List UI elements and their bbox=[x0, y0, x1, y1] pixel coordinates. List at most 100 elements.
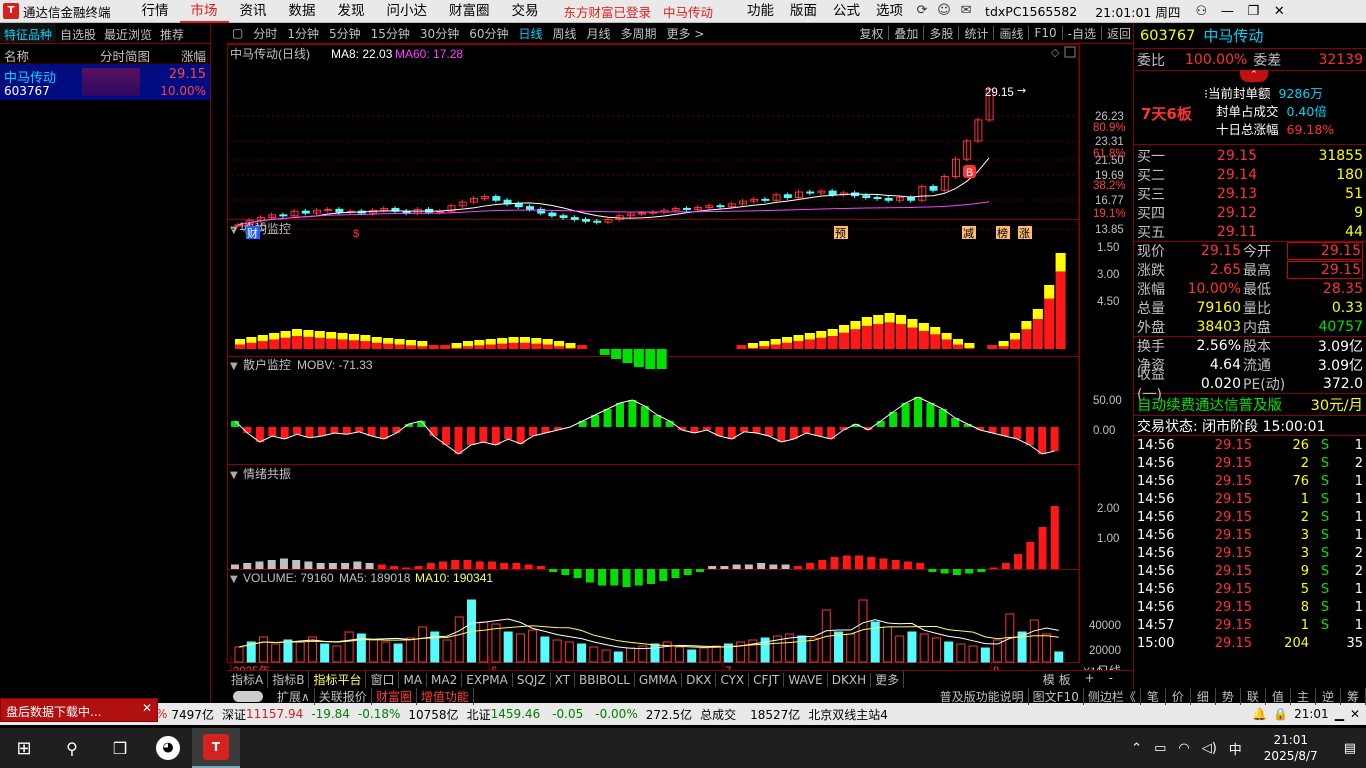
col-change[interactable]: 涨幅 bbox=[181, 46, 206, 64]
bid-row[interactable]: 买一 29.15 31855 bbox=[1134, 147, 1366, 166]
diamond-icon[interactable]: ◇ bbox=[1051, 46, 1060, 59]
quote-tab-1[interactable]: 价 bbox=[1166, 687, 1191, 705]
ad-banner[interactable]: 自动续费通达信普及版 30元/月 bbox=[1134, 394, 1366, 417]
period-tab-8[interactable]: 月线 bbox=[582, 25, 616, 42]
bottom-tab-0[interactable]: 扩展∧ bbox=[273, 687, 315, 705]
bottom-right-2[interactable]: 侧边栏《 bbox=[1084, 687, 1141, 705]
period-tab-5[interactable]: 60分钟 bbox=[464, 25, 513, 42]
quote-tab-5[interactable]: 值 bbox=[1266, 687, 1291, 705]
minimize-icon[interactable]: — bbox=[1214, 4, 1240, 19]
col-name[interactable]: 名称 bbox=[4, 46, 29, 64]
indicator-tab-3[interactable]: 窗口 bbox=[366, 671, 400, 688]
indicator-tab-11[interactable]: DKX bbox=[682, 672, 717, 687]
bid-row[interactable]: 买二 29.14 180 bbox=[1134, 166, 1366, 185]
windows-start-icon[interactable]: ⊞ bbox=[0, 738, 48, 759]
indicator-tab-13[interactable]: CFJT bbox=[749, 672, 785, 687]
period-tab-7[interactable]: 周线 bbox=[548, 25, 582, 42]
login-stock[interactable]: 中马传动 bbox=[663, 2, 713, 21]
period-tab-2[interactable]: 5分钟 bbox=[324, 25, 366, 42]
quote-tab-4[interactable]: 联 bbox=[1241, 687, 1266, 705]
collapse-icon[interactable]: ⌃ bbox=[1240, 70, 1268, 82]
menu-right-3[interactable]: 选项 bbox=[868, 0, 911, 23]
bz-label[interactable]: 北证 bbox=[467, 706, 491, 723]
mail-icon[interactable]: ✉ bbox=[955, 2, 977, 20]
refresh-icon[interactable]: ⟳ bbox=[911, 2, 933, 20]
indicator-tab-2[interactable]: 指标平台 bbox=[309, 671, 367, 688]
indicator-tab-5[interactable]: MA2 bbox=[427, 672, 463, 687]
bottom-right-0[interactable]: 普及版功能说明 bbox=[936, 687, 1029, 705]
menu-4[interactable]: 发现 bbox=[327, 0, 376, 23]
period-tab-3[interactable]: 15分钟 bbox=[366, 25, 415, 42]
expand-icon[interactable] bbox=[1064, 46, 1076, 58]
menu-3[interactable]: 数据 bbox=[278, 0, 327, 23]
indicator-tab-9[interactable]: BBIBOLL bbox=[575, 672, 635, 687]
indicator-tab-6[interactable]: EXPMA bbox=[462, 672, 513, 687]
left-tab-3[interactable]: 推荐 bbox=[156, 23, 188, 43]
tdx-taskbar-icon[interactable]: T bbox=[192, 728, 240, 768]
chart-tool-0[interactable]: 复权 bbox=[857, 25, 885, 42]
indicator-tab-1[interactable]: 指标B bbox=[268, 671, 310, 688]
chart-tool-5[interactable]: F10 bbox=[1032, 26, 1058, 40]
menu-right-0[interactable]: 功能 bbox=[739, 0, 782, 23]
bid-row[interactable]: 买五 29.11 44 bbox=[1134, 222, 1366, 241]
menu-right-1[interactable]: 版面 bbox=[782, 0, 825, 23]
indicator-tab-0[interactable]: 指标A bbox=[227, 671, 269, 688]
volume-icon[interactable]: ◁) bbox=[1202, 741, 1217, 756]
minimize-panel-icon[interactable]: ▁ bbox=[1335, 707, 1344, 721]
server-name[interactable]: 北京双线主站4 bbox=[808, 706, 888, 723]
layout-icon[interactable]: ▢ bbox=[227, 26, 248, 40]
indicator-right-1[interactable]: + bbox=[1085, 671, 1095, 688]
wifi-icon[interactable]: ◠ bbox=[1178, 741, 1189, 756]
chart-tool-2[interactable]: 多股 bbox=[927, 25, 955, 42]
sz-label[interactable]: 深证 bbox=[222, 706, 246, 723]
indicator-tab-16[interactable]: 更多 bbox=[871, 671, 905, 688]
bottom-tab-3[interactable]: 增值功能 bbox=[417, 687, 474, 705]
chart-tool-1[interactable]: 叠加 bbox=[892, 25, 920, 42]
bottom-right-1[interactable]: 图文F10 bbox=[1029, 687, 1084, 705]
user-icon[interactable]: ☺ bbox=[933, 2, 955, 20]
period-tab-0[interactable]: 分时 bbox=[248, 25, 282, 42]
help-icon[interactable]: ⚇ bbox=[1188, 4, 1214, 19]
tray-chevron-icon[interactable]: ⌃ bbox=[1131, 741, 1142, 756]
tray-clock[interactable]: 21:01 2025/8/7 bbox=[1264, 732, 1318, 764]
notification-icon[interactable]: ▤ bbox=[1344, 741, 1356, 756]
task-view-icon[interactable]: ❒ bbox=[96, 739, 144, 758]
quote-tab-2[interactable]: 细 bbox=[1191, 687, 1216, 705]
popup-close-icon[interactable]: ✕ bbox=[142, 701, 152, 715]
quote-tab-7[interactable]: 逆 bbox=[1316, 687, 1341, 705]
menu-6[interactable]: 财富圈 bbox=[438, 0, 501, 23]
menu-right-2[interactable]: 公式 bbox=[825, 0, 868, 23]
col-chart[interactable]: 分时简图 bbox=[100, 46, 150, 64]
login-status[interactable]: 东方财富已登录 bbox=[564, 2, 652, 21]
menu-5[interactable]: 问小达 bbox=[376, 0, 439, 23]
kline-chart[interactable]: 中马传动(日线) MA8: 22.03 MA60: 17.28机构监控散户监控 MOB… bbox=[227, 44, 1133, 703]
menu-1[interactable]: 市场 bbox=[179, 0, 229, 23]
quote-tab-6[interactable]: 主 bbox=[1291, 687, 1316, 705]
bid-row[interactable]: 买三 29.13 51 bbox=[1134, 185, 1366, 204]
menu-2[interactable]: 资讯 bbox=[229, 0, 278, 23]
period-tab-4[interactable]: 30分钟 bbox=[415, 25, 464, 42]
inst-collapse-icon[interactable]: ▼ bbox=[230, 225, 238, 236]
indicator-tab-14[interactable]: WAVE bbox=[784, 672, 828, 687]
chart-tool-4[interactable]: 画线 bbox=[997, 25, 1025, 42]
qq-icon[interactable]: ◕ bbox=[144, 728, 192, 768]
bell-icon[interactable]: 🔔 bbox=[1252, 707, 1267, 721]
volume-collapse-icon[interactable]: ▼ bbox=[230, 574, 238, 585]
restore-icon[interactable]: ❐ bbox=[1240, 4, 1266, 19]
quote-tab-3[interactable]: 势 bbox=[1216, 687, 1241, 705]
period-tab-6[interactable]: 日线 bbox=[513, 25, 547, 42]
indicator-right-0[interactable]: 模 板 bbox=[1043, 671, 1071, 688]
period-tab-1[interactable]: 1分钟 bbox=[282, 25, 324, 42]
indicator-right-2[interactable]: - bbox=[1109, 671, 1113, 688]
quote-tab-8[interactable]: 筹 bbox=[1341, 687, 1366, 705]
left-tab-1[interactable]: 自选股 bbox=[56, 23, 100, 43]
retail-collapse-icon[interactable]: ▼ bbox=[230, 361, 238, 372]
indicator-tab-4[interactable]: MA bbox=[399, 672, 428, 687]
chart-tool-6[interactable]: -自选 bbox=[1066, 25, 1098, 42]
chart-tool-3[interactable]: 统计 bbox=[962, 25, 990, 42]
emotion-collapse-icon[interactable]: ▼ bbox=[230, 470, 238, 481]
menu-0[interactable]: 行情 bbox=[131, 0, 180, 23]
close-panel-icon[interactable]: ✕ bbox=[1350, 707, 1360, 721]
bid-row[interactable]: 买四 29.12 9 bbox=[1134, 203, 1366, 222]
battery-icon[interactable]: ▭ bbox=[1154, 741, 1166, 756]
